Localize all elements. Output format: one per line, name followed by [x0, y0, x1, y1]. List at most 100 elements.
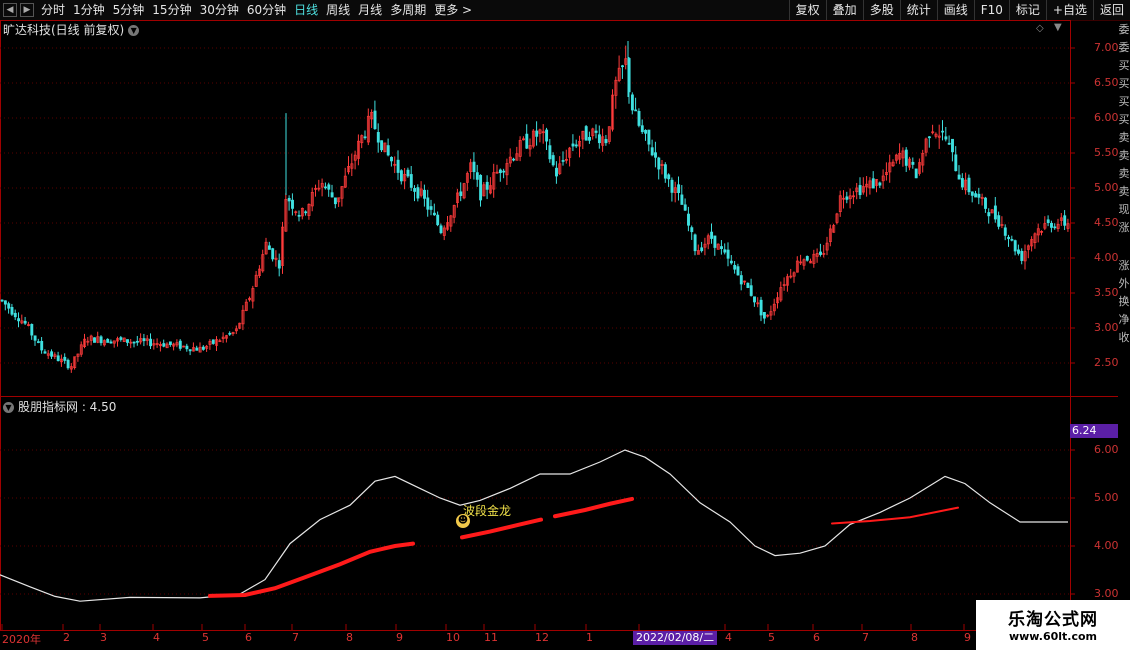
candle-body [1010, 238, 1014, 241]
candle-body [644, 129, 648, 134]
side-strip-char: 净 [1118, 313, 1130, 326]
x-tick-label: 8 [346, 631, 353, 644]
candle-body [93, 337, 96, 343]
candle-body [927, 136, 931, 139]
candle-body [713, 235, 717, 248]
candle-body [40, 340, 44, 351]
x-tick-label: 6 [813, 631, 820, 644]
indicator-y-tick-label: 3.00 [1094, 587, 1119, 600]
candle-body [584, 126, 588, 141]
candle-body [947, 142, 951, 145]
candle-body [647, 129, 651, 145]
candle-body [132, 341, 136, 344]
candle-body [287, 197, 291, 202]
candle-body [555, 167, 558, 177]
candle-body [749, 285, 753, 296]
candle-body [409, 174, 413, 188]
candle-body [805, 256, 809, 261]
candle-body [571, 143, 575, 147]
x-tick-label: 9 [964, 631, 971, 644]
candle-body [13, 312, 17, 318]
x-tick-label: 4 [725, 631, 732, 644]
candle-body [135, 340, 139, 343]
indicator-line [0, 449, 1068, 602]
indicator-y-tick-label: 5.00 [1094, 491, 1119, 504]
side-quote-strip: 委委买买买买卖卖卖卖现涨涨外换净收 [1118, 21, 1130, 631]
candle-body [327, 184, 331, 190]
candle-body [960, 178, 964, 188]
candle-body [729, 260, 733, 264]
candle-body [561, 160, 565, 162]
candle-body [1003, 227, 1007, 236]
candle-body [819, 251, 822, 255]
candle-body [271, 248, 275, 260]
signal-segment [460, 517, 543, 540]
x-tick-label: 8 [911, 631, 918, 644]
candle-body [50, 351, 54, 357]
side-strip-char: 买 [1118, 113, 1130, 126]
candle-body [3, 300, 7, 305]
candle-body [373, 110, 377, 130]
candle-body [753, 296, 756, 303]
chart-canvas[interactable] [0, 0, 1130, 650]
smile-icon: ☻ [456, 514, 470, 528]
candle-body [23, 320, 27, 324]
candle-body [1017, 249, 1020, 254]
candle-body [545, 129, 549, 142]
candle-body [944, 136, 948, 140]
candle-body [376, 132, 380, 143]
x-tick-label: 12 [535, 631, 549, 644]
candle-body [43, 351, 47, 354]
side-strip-char: 涨 [1118, 259, 1130, 272]
candle-body [739, 275, 743, 285]
candle-body [429, 206, 433, 210]
candle-body [970, 191, 974, 196]
x-tick-label: 6 [245, 631, 252, 644]
candle-body [621, 65, 624, 68]
candle-body [594, 130, 598, 133]
side-strip-char: 委 [1118, 41, 1130, 54]
candle-body [439, 225, 443, 234]
candle-body [399, 170, 403, 182]
y-tick-label: 3.50 [1094, 286, 1119, 299]
x-tick-label: 5 [768, 631, 775, 644]
x-tick-label: 9 [396, 631, 403, 644]
candle-body [548, 145, 552, 160]
candle-body [723, 249, 727, 253]
selected-date: 2022/02/08/二 [633, 631, 718, 645]
candle-body [201, 346, 205, 350]
candle-body [149, 338, 153, 347]
y-tick-label: 5.00 [1094, 181, 1119, 194]
candle-body [228, 332, 232, 335]
candle-body [178, 340, 182, 349]
side-strip-char: 换 [1118, 295, 1130, 308]
candle-body [126, 339, 129, 343]
side-strip-char: 委 [1118, 23, 1130, 36]
candle-body [657, 157, 661, 170]
side-strip-char: 买 [1118, 95, 1130, 108]
candle-body [597, 134, 601, 144]
candle-body [211, 339, 215, 344]
candle-body [502, 170, 506, 173]
candle-body [432, 212, 436, 216]
side-strip-char: 买 [1118, 77, 1130, 90]
candle-body [904, 149, 908, 166]
y-tick-label: 6.50 [1094, 76, 1119, 89]
candle-body [168, 341, 172, 345]
candle-body [690, 227, 694, 233]
side-strip-char: 卖 [1118, 185, 1130, 198]
candle-body [386, 145, 390, 156]
candle-body [109, 341, 113, 344]
candle-body [324, 186, 327, 189]
candle-body [479, 174, 483, 201]
candle-body [396, 159, 400, 173]
candle-body [30, 324, 34, 336]
candle-body [512, 158, 516, 161]
candle-body [974, 193, 978, 198]
side-strip-char: 涨 [1118, 221, 1130, 234]
candle-body [911, 161, 915, 165]
candle-body [267, 245, 271, 250]
side-strip-char: 卖 [1118, 131, 1130, 144]
candle-body [987, 212, 991, 217]
candle-body [333, 197, 337, 205]
